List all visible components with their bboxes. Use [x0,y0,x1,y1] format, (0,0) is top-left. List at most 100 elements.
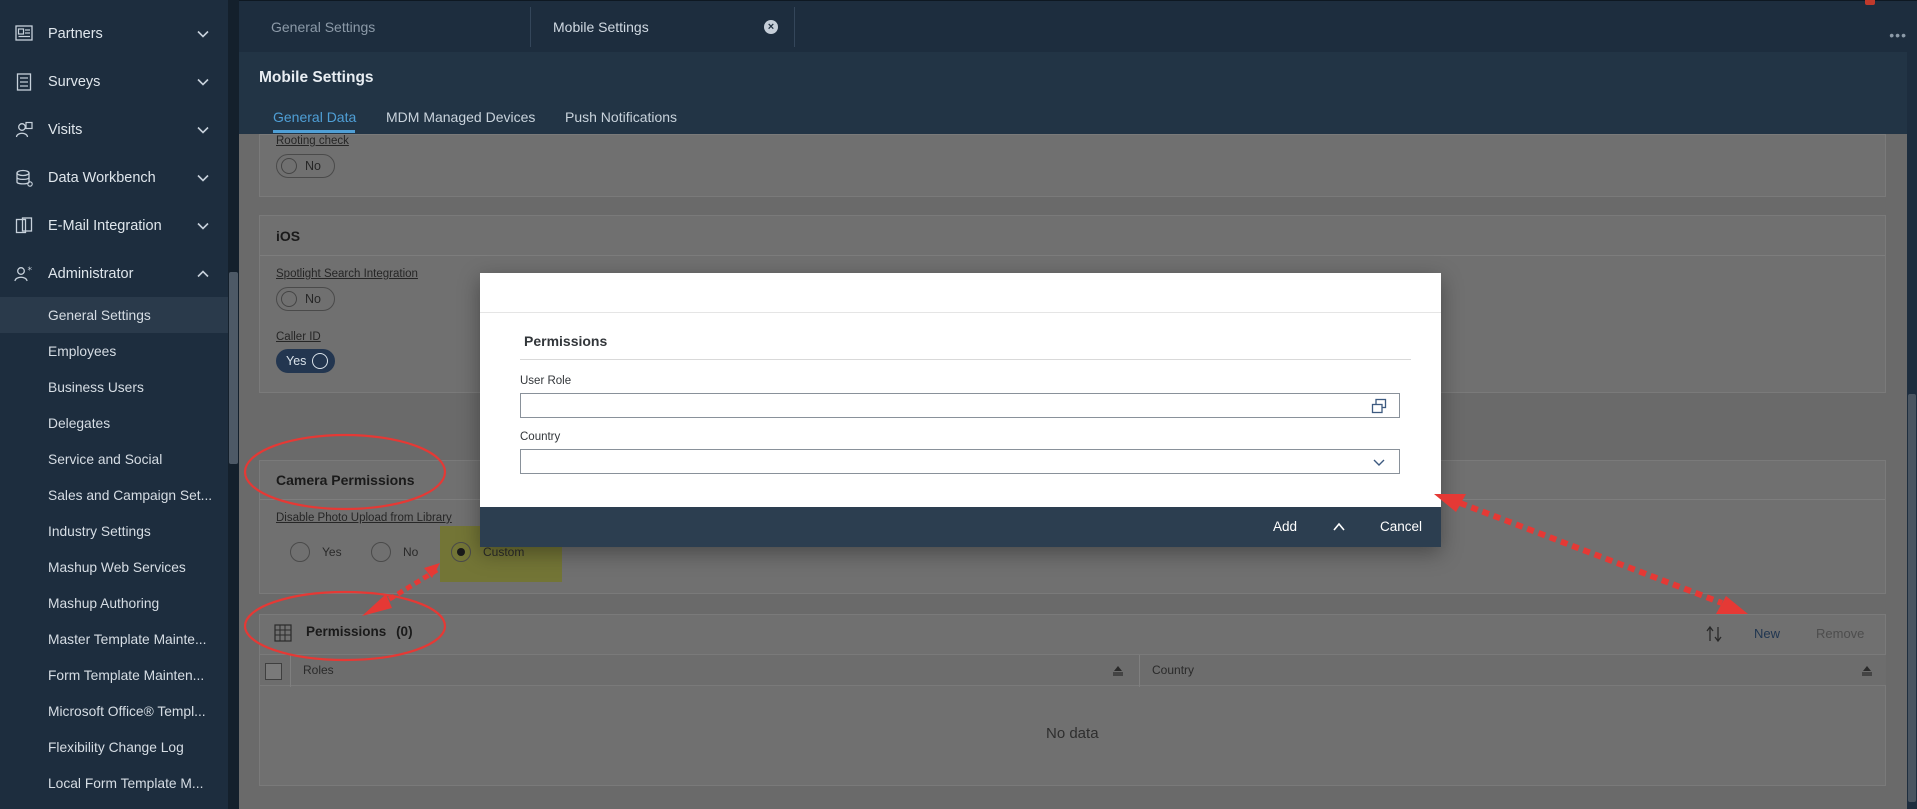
sidebar-item-label: Data Workbench [48,170,156,186]
tab-general-settings[interactable]: General Settings [255,7,531,47]
country-select[interactable] [520,449,1400,474]
rooting-check-label: Rooting check [276,135,349,147]
chevron-down-icon[interactable] [1371,454,1387,470]
sidebar-item-form-template-maintenance[interactable]: Form Template Mainten... [0,657,228,693]
notification-badge[interactable] [1865,0,1875,5]
column-header-roles[interactable]: Roles [303,663,334,677]
rooting-check-toggle[interactable]: No [276,154,335,178]
data-workbench-icon [14,169,34,187]
user-role-label: User Role [520,375,572,387]
spotlight-search-toggle[interactable]: No [276,287,335,311]
permissions-table-card [259,614,1886,786]
sidebar-item-label: Partners [48,26,103,42]
sidebar-item-visits[interactable]: Visits [0,106,228,154]
sidebar-item-microsoft-office-templates[interactable]: Microsoft Office® Templ... [0,693,228,729]
sidebar-item-flexibility-change-log[interactable]: Flexibility Change Log [0,729,228,765]
sidebar-item-delegates[interactable]: Delegates [0,405,228,441]
sidebar-item-email-integration[interactable]: E-Mail Integration [0,202,228,250]
sidebar-item-partners[interactable]: Partners [0,10,228,58]
caller-id-label: Caller ID [276,331,321,343]
toggle-knob [312,353,329,369]
surveys-icon [14,73,34,91]
table-count: (0) [396,624,413,639]
column-divider [290,655,291,687]
chevron-down-icon [197,174,209,182]
page-title: Mobile Settings [259,69,374,86]
sidebar-item-sales-and-campaign-settings[interactable]: Sales and Campaign Set... [0,477,228,513]
page-header: Mobile Settings General Data MDM Managed… [239,52,1907,134]
table-title-text: Permissions [306,624,387,639]
dialog-section-title: Permissions [524,333,608,349]
radio-button[interactable] [371,542,391,562]
user-role-input[interactable] [520,393,1400,418]
column-sort-icon[interactable] [1112,664,1124,676]
ios-heading: iOS [276,228,301,244]
sidebar-scrollbar[interactable] [228,0,239,809]
visits-icon [14,121,34,139]
chevron-up-icon[interactable] [1332,521,1346,533]
sidebar-item-employees[interactable]: Employees [0,333,228,369]
radio-label: Custom [483,545,525,559]
sidebar-scrollbar-thumb[interactable] [229,272,238,464]
sidebar-item-business-users[interactable]: Business Users [0,369,228,405]
sidebar-item-service-and-social[interactable]: Service and Social [0,441,228,477]
disable-photo-upload-label: Disable Photo Upload from Library [276,512,452,524]
sidebar-item-mashup-web-services[interactable]: Mashup Web Services [0,549,228,585]
chevron-down-icon [197,78,209,86]
rooting-card [259,134,1886,197]
column-sort-icon[interactable] [1861,664,1873,676]
toggle-value: Yes [286,354,307,368]
radio-label: Yes [322,545,342,559]
caller-id-toggle[interactable]: Yes [276,349,335,373]
tab-push-notifications[interactable]: Push Notifications [565,109,677,125]
sidebar-item-label: Visits [48,122,83,138]
sidebar-item-administrator[interactable]: * Administrator [0,250,228,298]
sidebar-item-surveys[interactable]: Surveys [0,58,228,106]
radio-yes[interactable]: Yes [290,542,342,562]
radio-no[interactable]: No [371,542,418,562]
chevron-down-icon [197,222,209,230]
select-all-checkbox[interactable] [265,663,282,680]
sidebar-item-data-workbench[interactable]: Data Workbench [0,154,228,202]
content-scrollbar-thumb[interactable] [1908,394,1916,802]
divider [520,359,1411,360]
sidebar-item-label: Surveys [48,74,101,90]
camera-permissions-heading: Camera Permissions [276,472,415,488]
close-icon[interactable]: × [764,20,778,34]
radio-label: No [403,545,419,559]
sidebar-item-mashup-authoring[interactable]: Mashup Authoring [0,585,228,621]
sidebar-item-industry-settings[interactable]: Industry Settings [0,513,228,549]
permissions-table-title: Permissions (0) [306,624,413,639]
tab-label: Mobile Settings [553,19,649,35]
sidebar-item-general-settings[interactable]: General Settings [0,297,228,333]
chevron-down-icon [197,30,209,38]
sidebar: Partners Surveys Visits Data Workbench E… [0,0,228,809]
sort-icon[interactable] [1704,624,1724,644]
more-options-icon[interactable]: ••• [1889,27,1907,43]
divider [260,255,1885,256]
tab-mobile-settings[interactable]: Mobile Settings × [533,7,795,47]
table-icon [274,624,292,642]
sidebar-item-local-form-template[interactable]: Local Form Template M... [0,765,228,801]
tab-general-data[interactable]: General Data [273,109,356,125]
add-button[interactable]: Add [1273,519,1297,534]
chevron-up-icon [197,270,209,278]
new-button[interactable]: New [1754,626,1780,641]
column-header-country[interactable]: Country [1152,663,1194,677]
toggle-value: No [305,292,321,306]
radio-button[interactable] [290,542,310,562]
remove-button[interactable]: Remove [1816,626,1864,641]
active-tab-indicator [273,130,355,133]
app-root: Partners Surveys Visits Data Workbench E… [0,0,1917,809]
sidebar-item-master-template-maintenance[interactable]: Master Template Mainte... [0,621,228,657]
table-header-row: Roles Country [260,654,1886,687]
tab-mdm-managed-devices[interactable]: MDM Managed Devices [386,109,535,125]
chevron-down-icon [197,126,209,134]
toggle-knob [281,158,297,174]
value-help-icon[interactable] [1371,398,1387,414]
cancel-button[interactable]: Cancel [1380,519,1422,534]
radio-button-selected[interactable] [451,542,471,562]
toggle-value: No [305,159,321,173]
divider [480,312,1441,313]
administrator-icon: * [14,265,34,283]
